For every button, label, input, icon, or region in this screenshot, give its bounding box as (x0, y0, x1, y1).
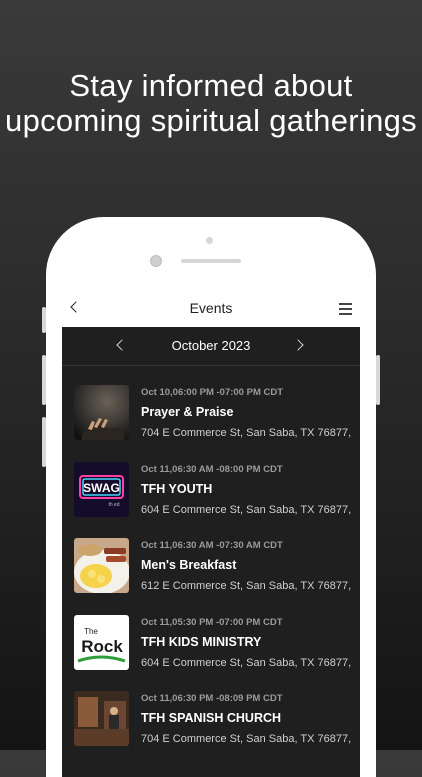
event-item[interactable]: SWAG th ed Oct 11,06:30 AM -08:00 PM CDT… (62, 461, 360, 539)
top-navigation-bar: Events (62, 289, 360, 327)
volume-down-button (42, 417, 46, 467)
promo-headline: Stay informed about upcoming spiritual g… (5, 68, 417, 138)
front-camera (150, 255, 162, 267)
event-title: TFH SPANISH CHURCH (141, 711, 282, 725)
rock-logo-word: Rock (81, 637, 123, 656)
breakfast-plate-photo (74, 538, 129, 593)
event-time: Oct 11,06:30 AM -08:00 PM CDT (141, 463, 283, 475)
event-thumbnail (74, 691, 129, 746)
event-time: Oct 11,05:30 PM -07:00 PM CDT (141, 616, 283, 628)
event-thumbnail: The Rock (74, 614, 129, 670)
event-thumbnail: SWAG th ed (74, 461, 129, 517)
volume-up-button (42, 355, 46, 405)
swag-logo-subtext: th ed (108, 502, 119, 508)
event-title: TFH KIDS MINISTRY (141, 634, 262, 649)
month-selector: October 2023 (62, 327, 360, 366)
app-screen: Events October 2023 Oct 10,06:00 PM -07:… (62, 289, 360, 777)
church-interior-photo (74, 691, 129, 746)
page-title: Events (189, 300, 233, 316)
event-address: 604 E Commerce St, San Saba, TX 76877, (141, 656, 352, 669)
swag-youth-logo: SWAG th ed (74, 461, 129, 517)
event-item[interactable]: Oct 11,06:30 AM -07:30 AM CDT Men's Brea… (62, 538, 360, 615)
current-month: October 2023 (171, 338, 251, 353)
event-time: Oct 10,06:00 PM -07:00 PM CDT (141, 387, 284, 398)
hands-praying-photo (74, 385, 129, 440)
event-item[interactable]: Oct 11,06:30 PM -08:09 PM CDT TFH SPANIS… (62, 691, 360, 768)
power-button (376, 355, 380, 405)
event-address: 704 E Commerce St, San Saba, TX 76877, (141, 427, 352, 439)
events-panel: October 2023 Oct 10,06:00 PM -07:00 PM C… (62, 327, 360, 777)
the-rock-logo: The Rock (74, 614, 129, 670)
event-thumbnail (74, 538, 129, 593)
rock-logo-the: The (84, 627, 98, 636)
event-title: Men's Breakfast (141, 558, 237, 572)
event-title: Prayer & Praise (141, 405, 234, 419)
mute-switch (42, 307, 46, 333)
event-address: 612 E Commerce St, San Saba, TX 76877, (141, 580, 352, 592)
event-time: Oct 11,06:30 PM -08:09 PM CDT (141, 693, 283, 704)
swag-logo-text: SWAG (83, 481, 120, 495)
event-list: Oct 10,06:00 PM -07:00 PM CDT Prayer & P… (62, 385, 360, 768)
event-title: TFH YOUTH (141, 481, 213, 496)
event-item[interactable]: The Rock Oct 11,05:30 PM -07:00 PM CDT T… (62, 614, 360, 692)
event-address: 704 E Commerce St, San Saba, TX 76877, (141, 733, 352, 745)
event-thumbnail (74, 385, 129, 440)
event-item[interactable]: Oct 10,06:00 PM -07:00 PM CDT Prayer & P… (62, 385, 360, 462)
front-sensor (206, 237, 213, 244)
event-time: Oct 11,06:30 AM -07:30 AM CDT (141, 540, 283, 551)
hamburger-menu-icon[interactable] (339, 303, 352, 318)
phone-frame: Events October 2023 Oct 10,06:00 PM -07:… (42, 217, 380, 777)
event-address: 604 E Commerce St, San Saba, TX 76877, (141, 503, 352, 516)
earpiece-speaker (181, 259, 241, 263)
